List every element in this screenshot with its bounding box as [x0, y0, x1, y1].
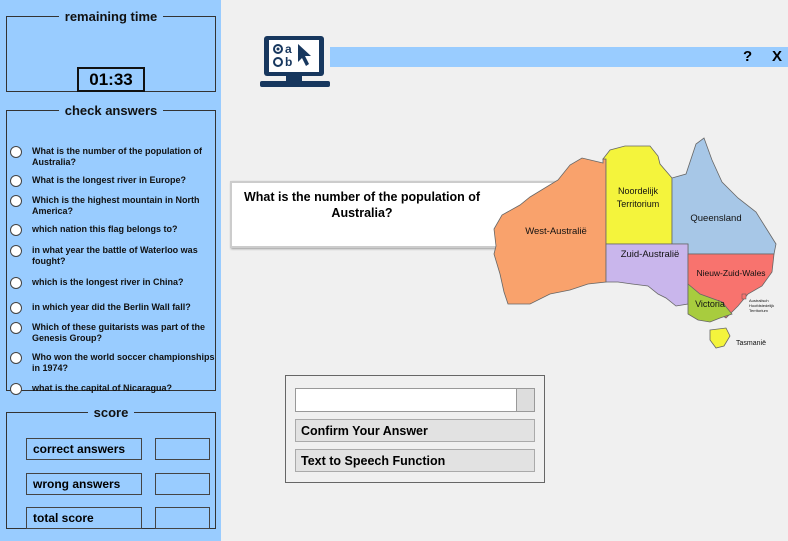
- timer-display: 01:33: [77, 67, 145, 92]
- logo-letter-a: a: [285, 42, 292, 56]
- total-score-value: [155, 507, 210, 529]
- score-title: score: [93, 405, 129, 420]
- map-label-victoria: Victoria: [695, 299, 725, 309]
- question-radio[interactable]: [10, 195, 22, 207]
- question-radio[interactable]: [10, 322, 22, 334]
- wrong-answers-value: [155, 473, 210, 495]
- question-item[interactable]: in what year the battle of Waterloo was …: [10, 245, 215, 267]
- question-item[interactable]: Who won the world soccer championships i…: [10, 352, 215, 374]
- title-bar: [330, 47, 788, 67]
- question-item-label: which nation this flag belongs to?: [32, 224, 178, 234]
- question-item-label: in what year the battle of Waterloo was …: [32, 245, 198, 266]
- question-item[interactable]: Which of these guitarists was part of th…: [10, 322, 215, 344]
- question-item[interactable]: which nation this flag belongs to?: [10, 224, 215, 236]
- quiz-logo-icon: a b: [260, 36, 330, 87]
- sidebar: remaining time 01:33 check answers What …: [0, 0, 221, 541]
- question-radio[interactable]: [10, 175, 22, 187]
- answer-input[interactable]: [295, 388, 535, 412]
- question-item[interactable]: in which year did the Berlin Wall fall?: [10, 302, 215, 314]
- logo-letter-b: b: [285, 55, 292, 69]
- question-item[interactable]: What is the number of the population of …: [10, 146, 215, 168]
- remaining-time-panel: remaining time 01:33: [6, 9, 216, 92]
- close-button[interactable]: X: [772, 48, 782, 65]
- question-item-label: What is the number of the population of …: [32, 146, 202, 167]
- question-item-label: Who won the world soccer championships i…: [32, 352, 215, 373]
- australia-map: West-Australië Noordelijk Territorium Qu…: [493, 137, 777, 349]
- map-label-act-3: Territorium: [749, 308, 769, 313]
- map-label-queensland: Queensland: [690, 213, 741, 224]
- remaining-time-title: remaining time: [64, 9, 158, 24]
- question-item-label: Which is the highest mountain in North A…: [32, 195, 200, 216]
- question-radio[interactable]: [10, 383, 22, 395]
- question-item[interactable]: What is the longest river in Europe?: [10, 175, 215, 187]
- question-item-label: what is the capital of Nicaragua?: [32, 383, 173, 393]
- answer-panel: Confirm Your Answer Text to Speech Funct…: [285, 375, 545, 483]
- question-item[interactable]: what is the capital of Nicaragua?: [10, 383, 215, 395]
- question-radio[interactable]: [10, 302, 22, 314]
- check-answers-title: check answers: [64, 103, 158, 118]
- answer-input-scroll-button[interactable]: [516, 389, 534, 411]
- total-score-label: total score: [26, 507, 142, 529]
- question-item-label: What is the longest river in Europe?: [32, 175, 187, 185]
- score-panel: score correct answers wrong answers tota…: [6, 405, 216, 529]
- question-item[interactable]: which is the longest river in China?: [10, 277, 215, 289]
- map-label-northern-territory-2: Territorium: [617, 199, 660, 209]
- wrong-answers-label: wrong answers: [26, 473, 142, 495]
- map-label-new-south-wales: Nieuw-Zuid-Wales: [696, 268, 765, 278]
- correct-answers-label: correct answers: [26, 438, 142, 460]
- map-label-northern-territory-1: Noordelijk: [618, 186, 659, 196]
- map-label-west-australia: West-Australië: [525, 226, 587, 237]
- text-to-speech-button[interactable]: Text to Speech Function: [295, 449, 535, 472]
- map-region-queensland: [671, 137, 777, 255]
- help-button[interactable]: ?: [743, 48, 752, 65]
- question-radio[interactable]: [10, 245, 22, 257]
- map-region-act: [741, 293, 747, 300]
- question-text: What is the number of the population of …: [243, 190, 481, 220]
- question-radio[interactable]: [10, 224, 22, 236]
- question-radio[interactable]: [10, 146, 22, 158]
- map-region-tasmania: [709, 327, 731, 349]
- question-item-label: in which year did the Berlin Wall fall?: [32, 302, 191, 312]
- correct-answers-value: [155, 438, 210, 460]
- map-label-tasmania: Tasmanië: [736, 340, 766, 347]
- question-item[interactable]: Which is the highest mountain in North A…: [10, 195, 215, 217]
- question-item-label: which is the longest river in China?: [32, 277, 184, 287]
- map-label-south-australia: Zuid-Australië: [621, 249, 680, 260]
- check-answers-panel: check answers What is the number of the …: [6, 103, 216, 395]
- confirm-answer-button[interactable]: Confirm Your Answer: [295, 419, 535, 442]
- question-radio[interactable]: [10, 277, 22, 289]
- question-radio[interactable]: [10, 352, 22, 364]
- question-item-label: Which of these guitarists was part of th…: [32, 322, 206, 343]
